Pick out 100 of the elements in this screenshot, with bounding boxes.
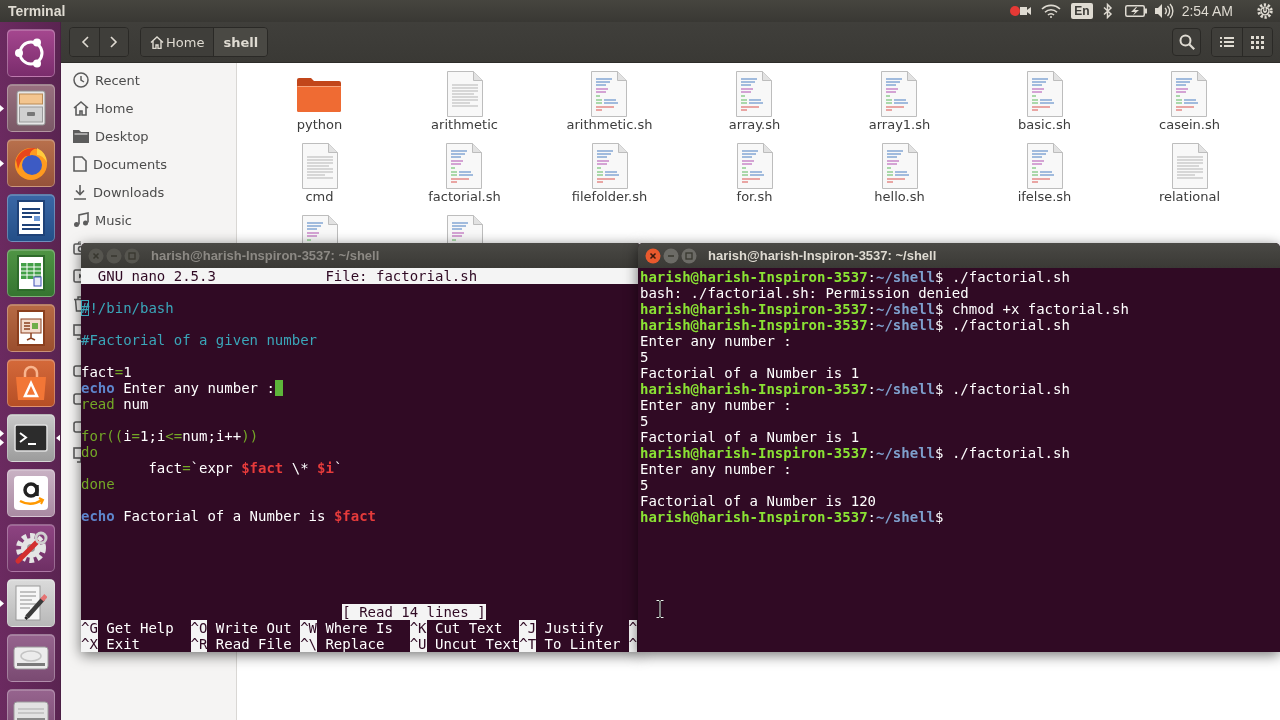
spreadsheet-icon xyxy=(17,255,45,291)
keyboard-layout-indicator[interactable]: En xyxy=(1071,3,1093,19)
script-file-icon xyxy=(446,215,483,243)
file-item[interactable]: arithmetic.sh xyxy=(566,70,653,132)
code-line: for((i=1;i<=num;i++)) xyxy=(81,428,259,444)
code-line: fact=`expr $fact \* $i` xyxy=(148,460,343,476)
launcher-item[interactable] xyxy=(7,194,55,242)
script-file-icon xyxy=(591,71,628,117)
file-item[interactable]: arithmetic xyxy=(431,70,498,132)
text-file-icon xyxy=(301,143,338,189)
script-file-icon xyxy=(1171,71,1208,117)
shortcut-key: ^R xyxy=(190,636,208,652)
grid-view-button[interactable] xyxy=(1242,28,1272,56)
shortcut-key: ^U xyxy=(409,636,427,652)
shortcut-label: Uncut Text xyxy=(434,636,520,652)
search-button[interactable] xyxy=(1172,28,1201,56)
sidebar-item[interactable]: Desktop xyxy=(61,122,236,150)
file-item[interactable]: casein.sh xyxy=(1159,70,1220,132)
script-file-icon xyxy=(591,143,628,189)
sidebar-item[interactable]: Home xyxy=(61,94,236,122)
chevron-right-icon xyxy=(110,36,118,48)
sidebar-item[interactable]: Documents xyxy=(61,150,236,178)
camera-icon xyxy=(73,241,81,255)
title-bar[interactable]: harish@harish-Inspiron-3537: ~/shell xyxy=(638,243,1280,268)
shortcut-label: Where Is xyxy=(325,620,393,636)
sidebar-item[interactable]: Downloads xyxy=(61,178,236,206)
launcher-item[interactable] xyxy=(7,469,55,517)
prompt-line: harish@harish-Inspiron-3537:~/shell$ ./factorial.sh xyxy=(640,381,1070,397)
trash-icon xyxy=(73,296,81,312)
prompt-line: harish@harish-Inspiron-3537:~/shell$ ./factorial.sh xyxy=(640,269,1070,285)
grid-icon xyxy=(1251,35,1264,49)
script-file-icon xyxy=(301,215,338,243)
output-line: Factorial of a Number is 120 xyxy=(640,493,876,509)
ibeam-pointer-icon xyxy=(656,600,664,618)
prompt-line: harish@harish-Inspiron-3537:~/shell$ ./factorial.sh xyxy=(640,317,1070,333)
power-gear-icon[interactable] xyxy=(1257,3,1273,19)
launcher-item[interactable] xyxy=(7,414,55,462)
launcher-item[interactable] xyxy=(7,579,55,627)
monitor-icon xyxy=(73,447,81,463)
forward-button[interactable] xyxy=(99,28,128,56)
file-item[interactable]: ifelse.sh xyxy=(1017,142,1072,204)
sidebar-item[interactable]: Music xyxy=(61,206,236,234)
prompt-line: harish@harish-Inspiron-3537:~/shell$ xyxy=(640,509,944,525)
window-title: harish@harish-Inspiron-3537: ~/shell xyxy=(151,248,380,263)
prompt-line: harish@harish-Inspiron-3537:~/shell$ chmod +x factorial.sh xyxy=(640,301,1129,317)
video-icon xyxy=(73,269,81,283)
music-note-icon xyxy=(73,212,89,228)
clock[interactable]: 2:54 AM xyxy=(1181,3,1233,19)
prompt-line: harish@harish-Inspiron-3537:~/shell$ ./factorial.sh xyxy=(640,445,1070,461)
code-line: read num xyxy=(81,396,149,412)
sidebar-item[interactable]: Recent xyxy=(61,66,236,94)
shopping-bag-icon xyxy=(15,365,47,401)
chevron-left-icon xyxy=(80,36,89,48)
file-item[interactable]: basic.sh xyxy=(1018,70,1071,132)
monitor-icon xyxy=(73,324,81,340)
text-file-icon xyxy=(1171,143,1208,189)
file-item[interactable]: relational xyxy=(1158,142,1221,204)
launcher-item[interactable] xyxy=(7,29,55,77)
file-item[interactable]: array1.sh xyxy=(868,70,931,132)
shortcut-label: Replace xyxy=(325,636,385,652)
breadcrumb-button[interactable]: shell xyxy=(213,28,268,56)
file-item[interactable]: cmd xyxy=(301,142,338,204)
shortcut-label: Exit xyxy=(106,636,140,652)
shortcut-label: Get Help xyxy=(106,620,174,636)
script-file-icon xyxy=(881,71,918,117)
output-line: 5 xyxy=(640,477,649,493)
script-file-icon xyxy=(446,143,483,189)
close-button[interactable] xyxy=(645,247,661,264)
shortcut-label: Read File xyxy=(215,636,292,652)
file-item[interactable]: array.sh xyxy=(728,70,781,132)
text-file-icon xyxy=(446,71,483,117)
file-name: File: factorial.sh xyxy=(325,268,478,284)
launcher-item[interactable] xyxy=(7,524,55,572)
volume-icon[interactable] xyxy=(1153,3,1174,19)
file-item[interactable]: hello.sh xyxy=(874,142,925,204)
folder-icon xyxy=(73,129,89,143)
file-item[interactable]: filefolder.sh xyxy=(571,142,648,204)
file-item[interactable]: for.sh xyxy=(736,142,773,204)
gear-wrench-icon xyxy=(13,530,49,566)
launcher-item[interactable] xyxy=(7,304,55,352)
document-icon xyxy=(73,156,87,172)
output-line: 5 xyxy=(640,413,649,429)
shortcut-key: ^ xyxy=(628,620,638,636)
launcher-item[interactable] xyxy=(7,249,55,297)
home-icon xyxy=(73,100,89,116)
file-item[interactable]: python xyxy=(296,70,343,132)
script-file-icon xyxy=(1026,71,1063,117)
window-title: harish@harish-Inspiron-3537: ~/shell xyxy=(708,248,937,263)
file-item[interactable]: factorial.sh xyxy=(428,142,501,204)
shortcut-key: ^G xyxy=(81,620,98,636)
shortcut-label: To Linter xyxy=(544,636,621,652)
document-icon xyxy=(17,200,45,236)
file-cabinet-icon xyxy=(16,90,46,126)
download-icon xyxy=(73,184,87,200)
record-icon[interactable] xyxy=(1009,4,1032,18)
output-line: 5 xyxy=(640,349,649,365)
battery-icon[interactable] xyxy=(1124,5,1147,17)
browser-globe-icon xyxy=(13,145,49,181)
bluetooth-icon[interactable] xyxy=(1102,3,1113,19)
wifi-icon[interactable] xyxy=(1041,4,1062,18)
